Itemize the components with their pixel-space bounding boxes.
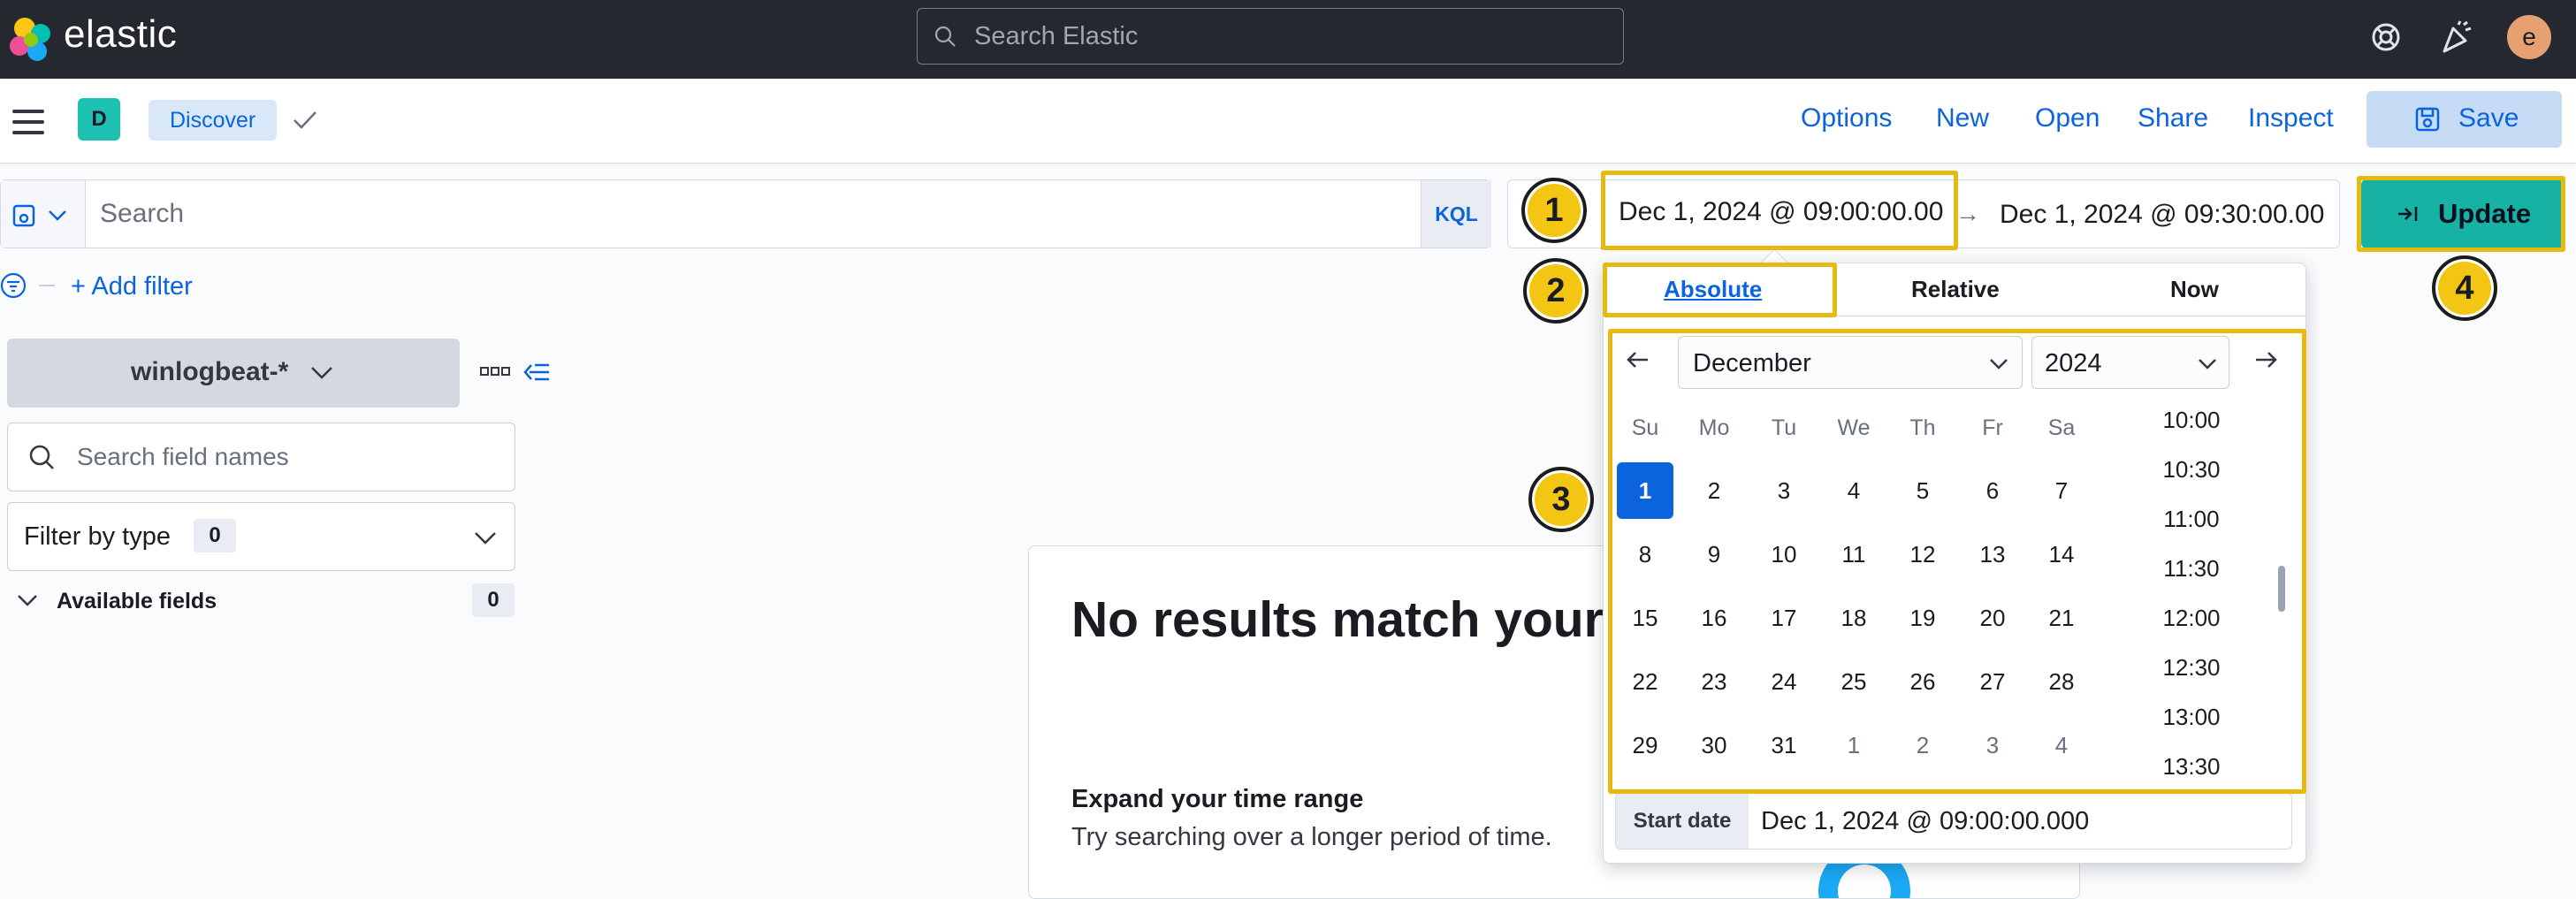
saved-query-button[interactable]	[1, 180, 86, 248]
help-icon[interactable]	[2366, 18, 2405, 57]
filter-by-type-button[interactable]: Filter by type 0	[7, 502, 515, 571]
highlight-update-button	[2357, 176, 2565, 252]
date-range-arrow-icon: →	[1955, 200, 1980, 227]
query-search-input[interactable]: Search	[100, 199, 184, 229]
start-date-field-label: Start date	[1616, 794, 1749, 849]
app-header: D Discover Options New Open Share Inspec…	[0, 79, 2576, 164]
search-icon	[934, 26, 956, 47]
filter-divider	[39, 285, 55, 286]
query-bar: Search KQL	[0, 179, 1491, 248]
brand-name: elastic	[64, 12, 178, 56]
open-link[interactable]: Open	[2035, 103, 2100, 133]
more-options-icon[interactable]	[480, 365, 510, 379]
field-search-placeholder: Search field names	[77, 443, 289, 470]
collapse-sidebar-icon[interactable]	[522, 361, 551, 384]
kql-language-button[interactable]: KQL	[1421, 180, 1491, 248]
suggestion-text: Try searching over a longer period of ti…	[1071, 823, 1552, 851]
field-search-input[interactable]: Search field names	[7, 423, 515, 491]
breadcrumb-discover[interactable]: Discover	[149, 100, 278, 141]
highlight-absolute-tab	[1603, 263, 1837, 317]
filter-options-icon[interactable]	[0, 272, 28, 299]
chevron-down-icon	[18, 595, 37, 606]
space-avatar[interactable]: D	[78, 98, 120, 141]
chevron-down-icon	[49, 210, 66, 221]
highlight-calendar	[1608, 329, 2306, 794]
global-search-input[interactable]: Search Elastic	[917, 8, 1624, 65]
data-view-picker[interactable]: winlogbeat-*	[7, 339, 460, 408]
elastic-logo-icon[interactable]	[5, 14, 57, 65]
filter-by-type-label: Filter by type	[24, 522, 171, 551]
available-fields-count-badge: 0	[472, 583, 514, 617]
global-search-placeholder: Search Elastic	[974, 22, 1139, 50]
save-button-label: Save	[2458, 103, 2519, 133]
search-icon	[29, 445, 54, 469]
options-link[interactable]: Options	[1801, 103, 1892, 133]
annotation-marker-1: 1	[1521, 178, 1587, 243]
start-date-field-value[interactable]: Dec 1, 2024 @ 09:00:00.000	[1761, 807, 2089, 836]
add-filter-button[interactable]: + Add filter	[71, 272, 193, 301]
filter-by-type-count-badge: 0	[194, 519, 236, 552]
tab-relative[interactable]: Relative	[1911, 276, 2000, 303]
share-link[interactable]: Share	[2138, 103, 2208, 133]
start-date-field[interactable]: Start date Dec 1, 2024 @ 09:00:00.000	[1615, 793, 2292, 849]
menu-toggle-icon[interactable]	[12, 110, 44, 134]
annotation-marker-4: 4	[2432, 255, 2497, 321]
chevron-down-icon	[311, 367, 332, 379]
suggestion-heading: Expand your time range	[1071, 785, 1364, 813]
news-feed-icon[interactable]	[2437, 18, 2476, 57]
data-view-name: winlogbeat-*	[131, 357, 289, 386]
save-icon	[2415, 107, 2440, 132]
user-avatar[interactable]: e	[2507, 15, 2551, 59]
save-button[interactable]: Save	[2366, 91, 2562, 148]
annotation-marker-2: 2	[1523, 258, 1589, 324]
new-link[interactable]: New	[1936, 103, 1989, 133]
annotation-marker-3: 3	[1528, 467, 1594, 532]
tab-now[interactable]: Now	[2170, 276, 2219, 303]
highlight-start-date	[1601, 171, 1958, 250]
available-fields-label: Available fields	[57, 589, 217, 613]
end-date-button[interactable]: Dec 1, 2024 @ 09:30:00.00	[2000, 200, 2324, 230]
chevron-down-icon	[475, 532, 496, 545]
global-header: elastic Search Elastic e	[0, 0, 2576, 79]
check-icon	[293, 111, 316, 129]
inspect-link[interactable]: Inspect	[2248, 103, 2334, 133]
available-fields-section[interactable]: Available fields 0	[16, 582, 516, 621]
save-query-icon	[12, 204, 35, 227]
no-results-title: No results match your s	[1071, 591, 1646, 648]
